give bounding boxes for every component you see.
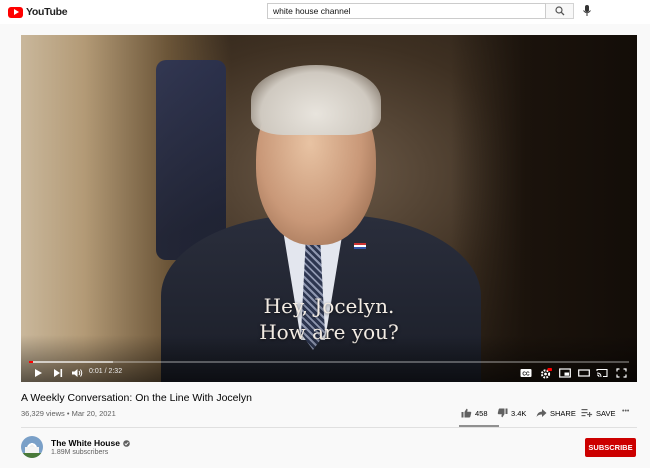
volume-icon[interactable] <box>71 368 83 378</box>
svg-text:CC: CC <box>522 371 530 377</box>
channel-name-row[interactable]: The White House <box>51 438 130 448</box>
flag-drape <box>156 60 226 260</box>
play-icon[interactable] <box>33 368 43 378</box>
dislike-button[interactable]: 3.4K <box>497 408 526 418</box>
speaker-hair <box>251 65 381 135</box>
verified-icon <box>123 439 130 447</box>
thumbs-up-icon <box>461 408 472 418</box>
channel-name: The White House <box>51 438 120 448</box>
like-count: 458 <box>475 408 488 418</box>
divider <box>21 427 637 428</box>
save-label: SAVE <box>596 408 616 418</box>
thumbs-down-icon <box>497 408 508 418</box>
fullscreen-icon[interactable] <box>616 368 627 378</box>
white-house-icon <box>21 444 43 458</box>
flag-pin <box>354 243 366 249</box>
video-player[interactable]: Hey, Jocelyn. How are you? 0:01 / 2:32 C… <box>21 35 637 382</box>
search-input[interactable]: white house channel <box>267 3 546 19</box>
video-title: A Weekly Conversation: On the Line With … <box>21 392 252 404</box>
share-icon <box>536 409 547 417</box>
subscriber-count: 1.89M subscribers <box>51 449 109 456</box>
progress-buffered <box>29 361 113 363</box>
subscribe-button[interactable]: SUBSCRIBE <box>585 438 636 457</box>
microphone-icon[interactable] <box>582 4 592 18</box>
youtube-logo[interactable]: YouTube <box>8 5 68 19</box>
video-meta: 36,329 views • Mar 20, 2021 <box>21 409 116 418</box>
more-actions-button[interactable]: ••• <box>622 408 629 415</box>
search-icon <box>555 6 565 16</box>
share-label: SHARE <box>550 408 576 418</box>
dislike-count: 3.4K <box>511 408 527 418</box>
playlist-add-icon <box>581 409 593 417</box>
progress-bar[interactable] <box>29 361 629 363</box>
like-button[interactable]: 458 <box>461 408 488 418</box>
masthead: YouTube white house channel <box>0 0 650 24</box>
channel-avatar[interactable] <box>21 436 43 458</box>
search-button[interactable] <box>546 3 574 19</box>
time-display: 0:01 / 2:32 <box>89 368 123 375</box>
progress-played <box>29 361 34 363</box>
theater-mode-icon[interactable] <box>578 368 590 378</box>
youtube-play-icon <box>8 6 23 18</box>
more-icon: ••• <box>622 408 630 415</box>
save-button[interactable]: SAVE <box>581 408 615 418</box>
captions-icon[interactable]: CC <box>520 368 532 378</box>
next-icon[interactable] <box>53 368 63 378</box>
cast-icon[interactable] <box>596 368 608 378</box>
share-button[interactable]: SHARE <box>536 408 576 418</box>
settings-gear-icon[interactable] <box>540 368 552 379</box>
caption-line-1: Hey, Jocelyn. <box>263 294 395 318</box>
logo-text: YouTube <box>26 6 68 18</box>
miniplayer-icon[interactable] <box>559 368 571 378</box>
